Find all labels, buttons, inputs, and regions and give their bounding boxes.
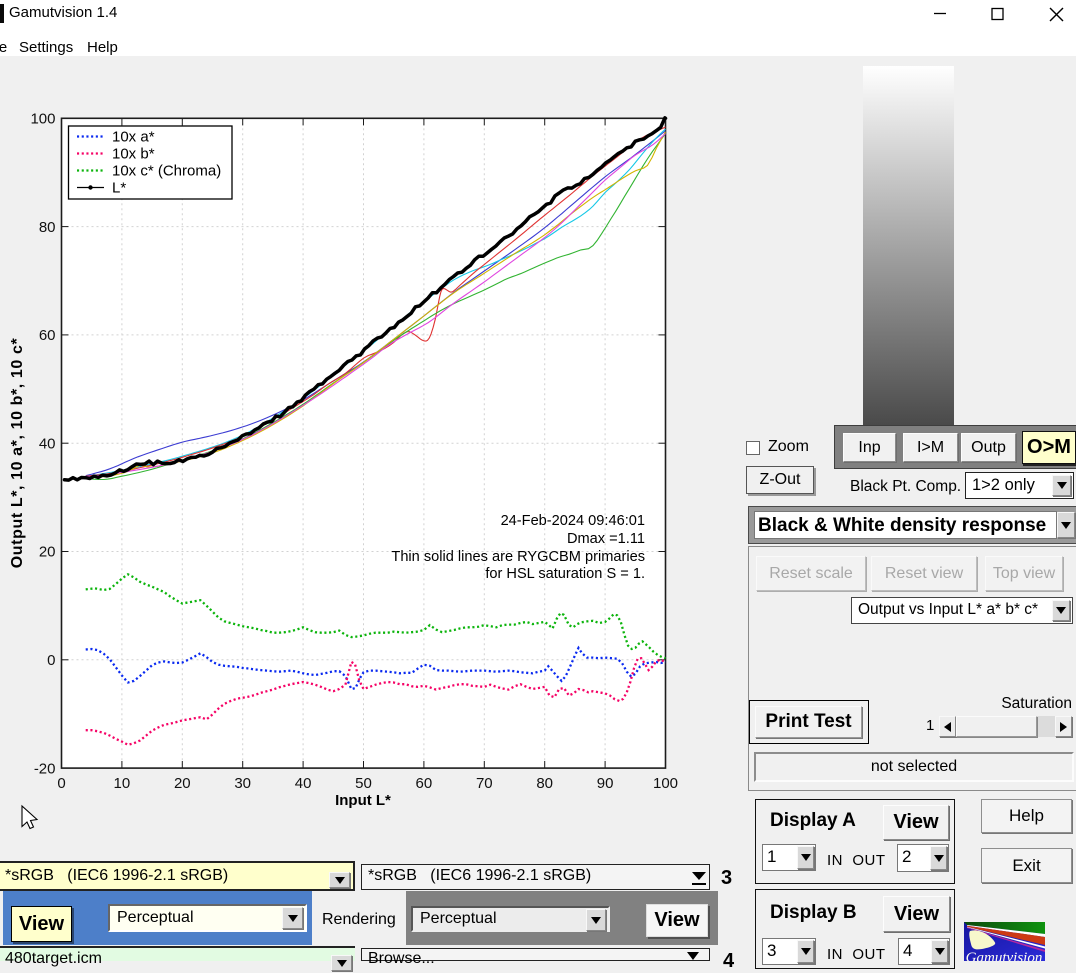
svg-text:40: 40: [39, 435, 56, 452]
svg-text:Output L*, 10 a*, 10 b*, 10 c*: Output L*, 10 a*, 10 b*, 10 c*: [9, 338, 26, 569]
svg-text:L*: L*: [112, 180, 126, 197]
svg-text:10x c* (Chroma): 10x c* (Chroma): [112, 163, 221, 180]
svg-text:100: 100: [30, 111, 55, 128]
svg-text:24-Feb-2024 09:46:01: 24-Feb-2024 09:46:01: [501, 513, 645, 529]
svg-text:10x b*: 10x b*: [112, 146, 155, 163]
svg-text:20: 20: [39, 544, 56, 561]
svg-text:Thin solid lines are RYGCBM pr: Thin solid lines are RYGCBM primaries: [391, 549, 645, 565]
svg-text:30: 30: [234, 775, 251, 792]
svg-text:Input L*: Input L*: [335, 792, 391, 809]
svg-text:60: 60: [39, 327, 56, 344]
svg-text:10: 10: [114, 775, 131, 792]
svg-text:80: 80: [39, 219, 56, 236]
svg-text:10x a*: 10x a*: [112, 129, 155, 146]
svg-text:40: 40: [295, 775, 312, 792]
svg-text:0: 0: [57, 775, 65, 792]
svg-text:Gamutvision: Gamutvision: [966, 950, 1043, 961]
svg-text:70: 70: [476, 775, 493, 792]
svg-text:-20: -20: [34, 760, 56, 777]
svg-text:0: 0: [47, 652, 55, 669]
svg-text:20: 20: [174, 775, 191, 792]
svg-text:80: 80: [536, 775, 553, 792]
svg-text:Dmax =1.11: Dmax =1.11: [567, 531, 645, 547]
svg-text:50: 50: [355, 775, 372, 792]
svg-text:100: 100: [653, 775, 678, 792]
svg-text:for HSL saturation S = 1.: for HSL saturation S = 1.: [485, 566, 645, 582]
svg-text:90: 90: [597, 775, 614, 792]
svg-text:60: 60: [416, 775, 433, 792]
